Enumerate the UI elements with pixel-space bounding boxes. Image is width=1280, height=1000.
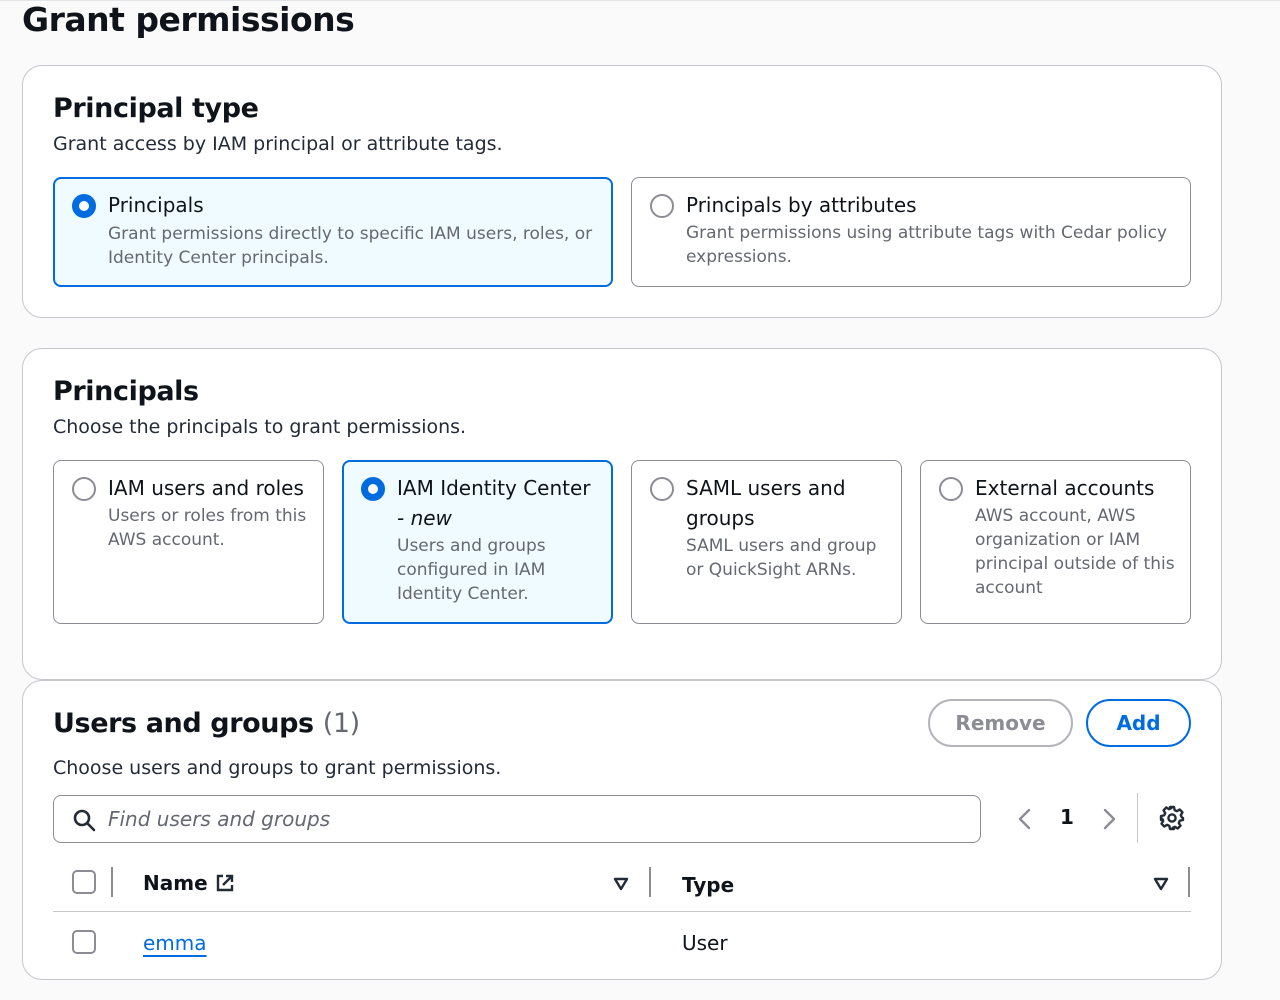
option-external-accounts-description: AWS account, AWS organization or IAM pri… — [975, 506, 1175, 598]
radio-principals[interactable] — [72, 194, 96, 218]
chevron-left-icon[interactable] — [1015, 807, 1035, 831]
users-and-groups-count: (1) — [322, 708, 360, 739]
option-external-accounts-label: External accounts — [975, 476, 1155, 500]
column-header-type[interactable]: Type — [682, 873, 734, 897]
users-and-groups-title: Users and groups (1) — [53, 707, 360, 741]
radio-external-accounts[interactable] — [939, 477, 963, 501]
option-principals-by-attributes-description: Grant permissions using attribute tags w… — [686, 223, 1167, 267]
new-badge: - new — [397, 506, 452, 530]
principals-panel: Principals Choose the principals to gran… — [22, 348, 1222, 680]
principals-title: Principals — [53, 376, 199, 407]
option-iam-identity-center-label: IAM Identity Center - new — [397, 473, 599, 533]
sort-down-icon[interactable] — [613, 876, 629, 892]
search-icon — [73, 809, 96, 832]
option-principals[interactable]: Principals Grant permissions directly to… — [53, 177, 613, 287]
remove-button[interactable]: Remove — [928, 699, 1073, 747]
option-saml-users-and-groups[interactable]: SAML users and groups SAML users and gro… — [631, 460, 902, 624]
page-number[interactable]: 1 — [1052, 805, 1082, 829]
option-principals-label: Principals — [108, 193, 204, 217]
add-button[interactable]: Add — [1086, 699, 1191, 747]
column-header-name[interactable]: Name — [143, 871, 208, 895]
principal-type-title: Principal type — [53, 93, 259, 124]
user-type: User — [682, 931, 728, 955]
pagination-divider — [1137, 793, 1138, 843]
row-checkbox[interactable] — [72, 930, 96, 954]
principals-description: Choose the principals to grant permissio… — [53, 416, 467, 438]
option-principals-description: Grant permissions directly to specific I… — [108, 224, 593, 268]
column-divider — [649, 867, 651, 897]
select-all-checkbox[interactable] — [72, 870, 96, 894]
option-iam-users-and-roles[interactable]: IAM users and roles Users or roles from … — [53, 460, 324, 624]
option-iam-users-and-roles-label: IAM users and roles — [108, 476, 304, 500]
radio-saml-users-and-groups[interactable] — [650, 477, 674, 501]
radio-iam-users-and-roles[interactable] — [72, 477, 96, 501]
gear-icon[interactable] — [1159, 805, 1185, 831]
option-iam-identity-center-description: Users and groups configured in IAM Ident… — [397, 536, 546, 604]
option-principals-by-attributes-label: Principals by attributes — [686, 193, 917, 217]
option-iam-identity-center-title: IAM Identity Center — [397, 476, 591, 500]
option-external-accounts[interactable]: External accounts AWS account, AWS organ… — [920, 460, 1191, 624]
sort-down-icon[interactable] — [1153, 876, 1169, 892]
option-principals-by-attributes[interactable]: Principals by attributes Grant permissio… — [631, 177, 1191, 287]
users-and-groups-description: Choose users and groups to grant permiss… — [53, 757, 502, 779]
external-link-icon — [216, 874, 234, 892]
search-input[interactable] — [108, 796, 968, 842]
option-saml-users-and-groups-description: SAML users and group or QuickSight ARNs. — [686, 536, 877, 580]
page-title: Grant permissions — [22, 0, 355, 39]
user-name-link[interactable]: emma — [143, 931, 207, 955]
principal-type-panel: Principal type Grant access by IAM princ… — [22, 65, 1222, 318]
users-and-groups-heading: Users and groups — [53, 708, 314, 739]
radio-iam-identity-center[interactable] — [361, 477, 385, 501]
search-field[interactable] — [53, 795, 981, 843]
option-iam-users-and-roles-description: Users or roles from this AWS account. — [108, 506, 307, 550]
principal-type-description: Grant access by IAM principal or attribu… — [53, 133, 503, 155]
column-divider — [1188, 867, 1190, 897]
table-header-divider — [53, 911, 1191, 912]
column-divider — [111, 867, 113, 897]
option-iam-identity-center[interactable]: IAM Identity Center - new Users and group… — [342, 460, 613, 624]
radio-principals-by-attributes[interactable] — [650, 194, 674, 218]
option-saml-users-and-groups-label: SAML users and groups — [686, 476, 846, 530]
users-and-groups-panel: Users and groups (1) Choose users and gr… — [22, 680, 1222, 980]
chevron-right-icon[interactable] — [1099, 807, 1119, 831]
